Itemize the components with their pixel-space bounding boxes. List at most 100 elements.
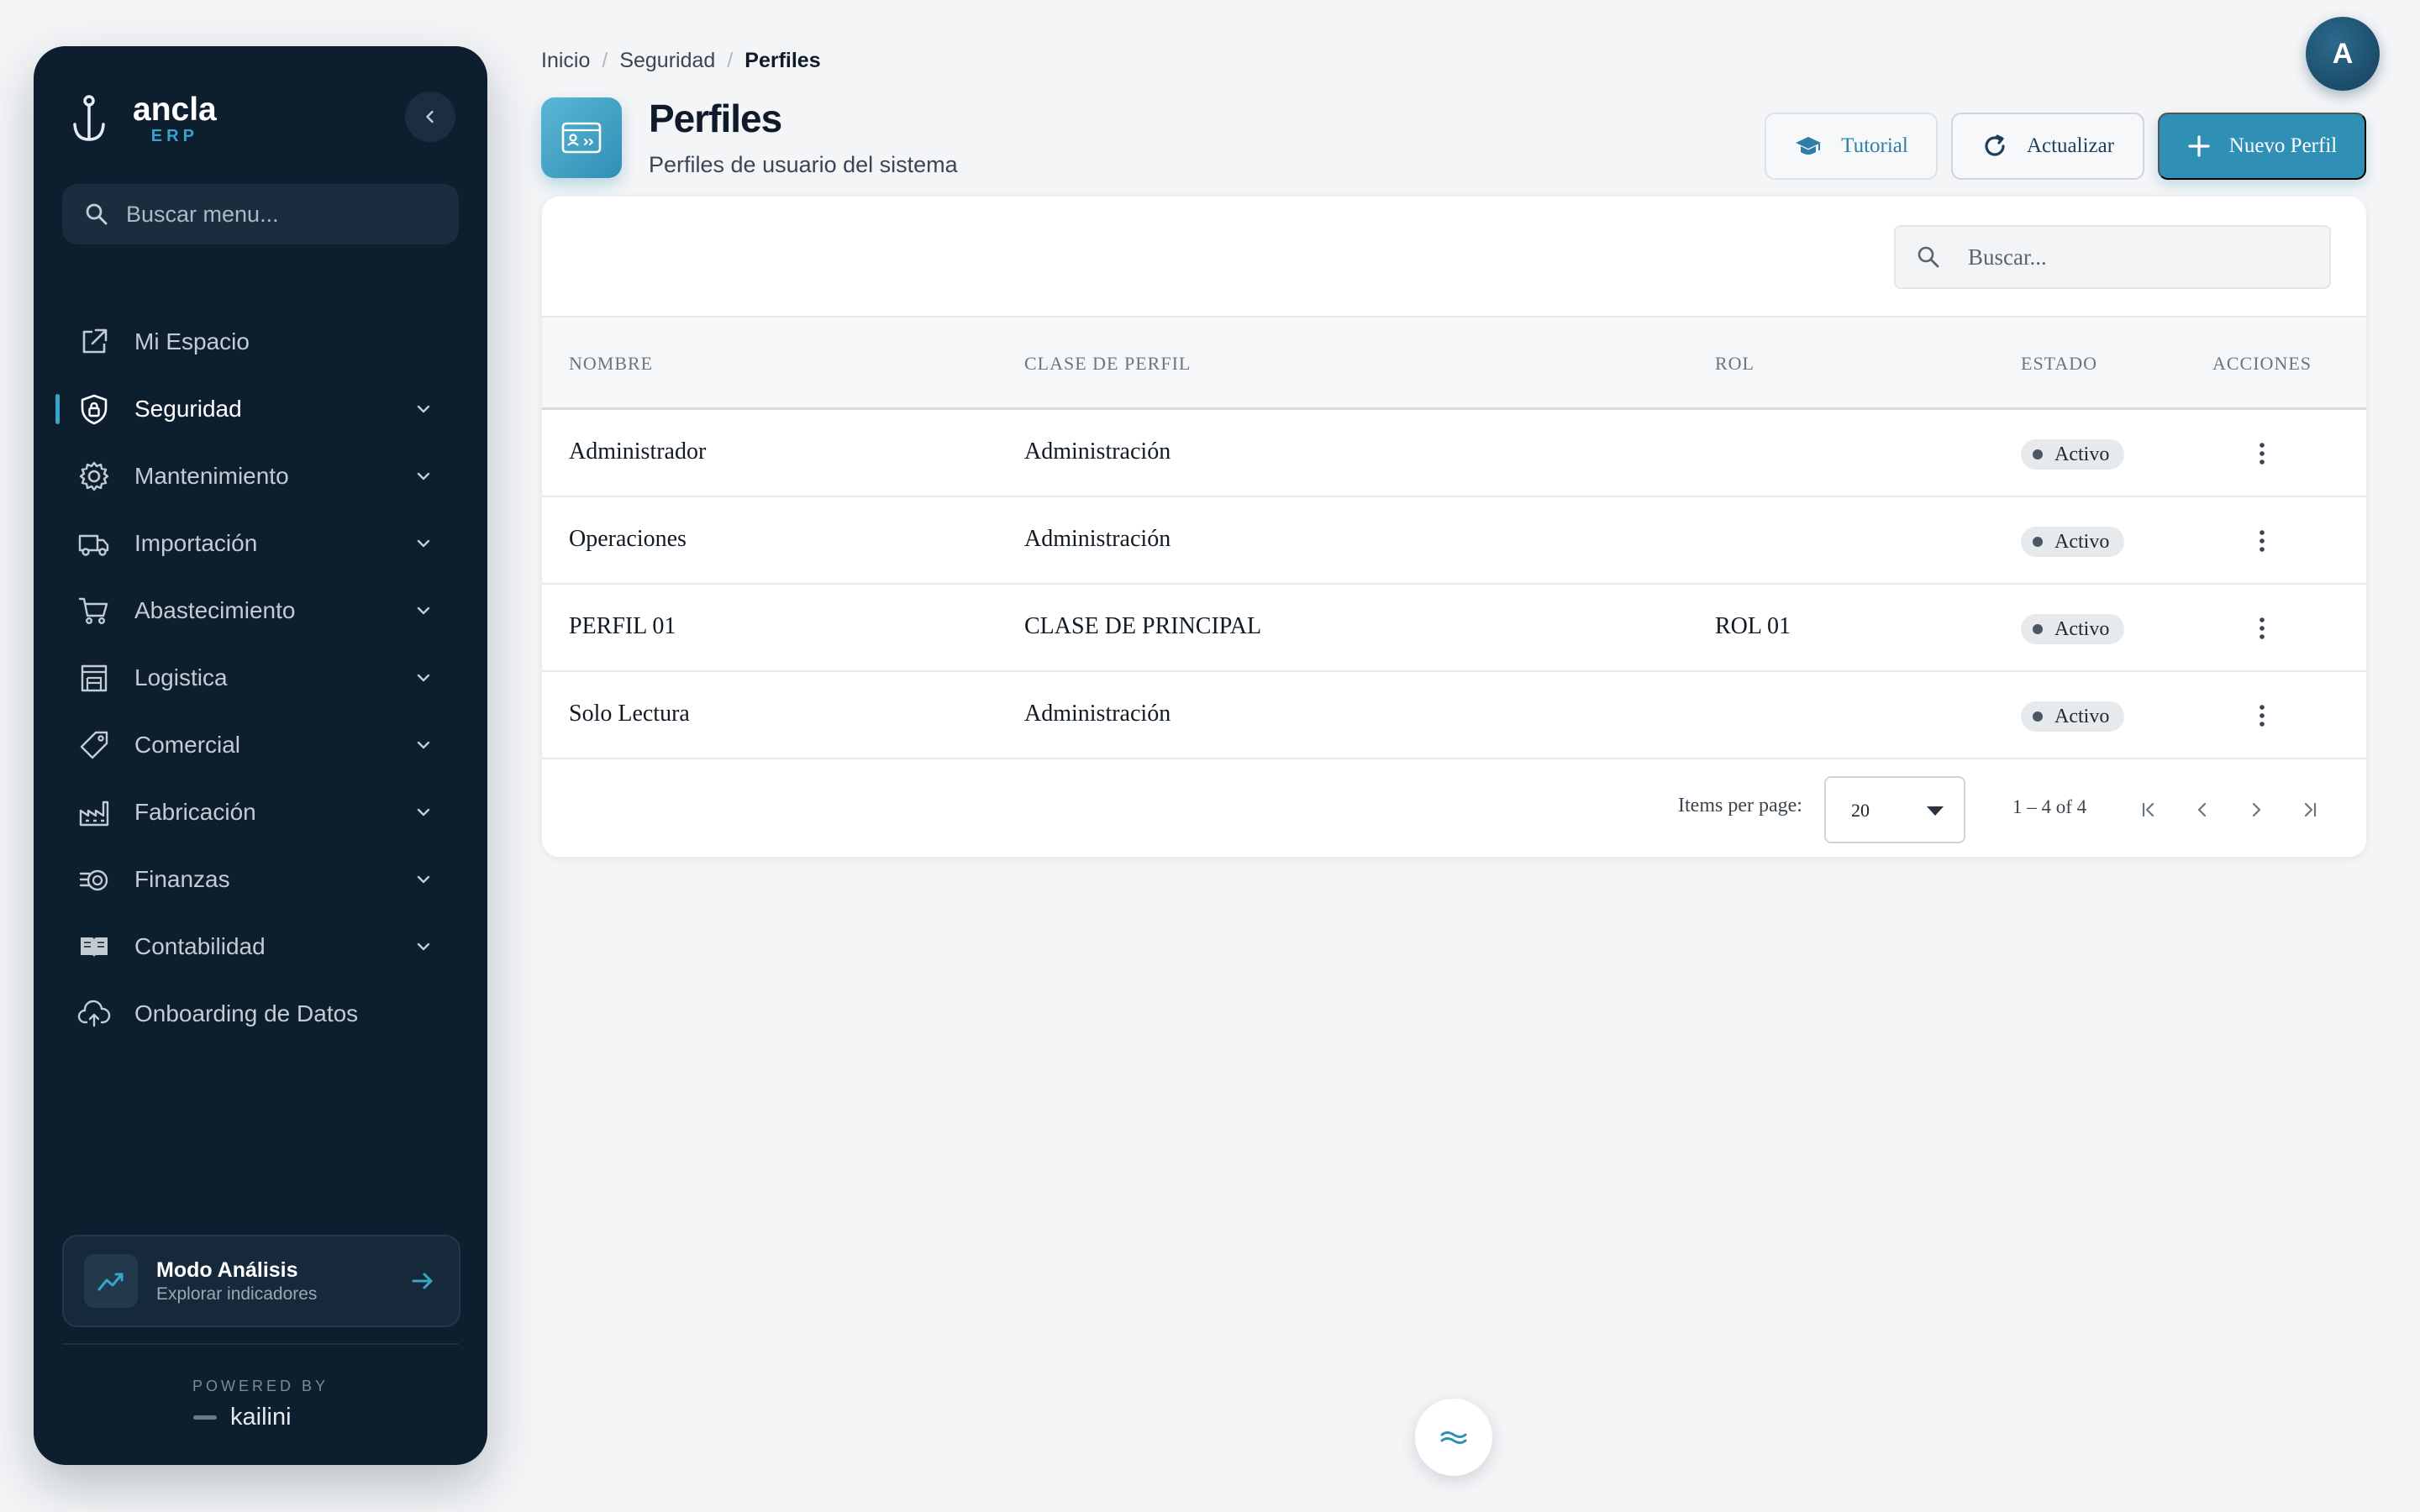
chevron-down-icon bbox=[417, 674, 430, 682]
first-page-button[interactable] bbox=[2123, 785, 2174, 835]
analysis-mode-button[interactable]: Modo Análisis Explorar indicadores bbox=[62, 1235, 460, 1327]
chevron-down-icon bbox=[417, 808, 430, 816]
row-actions-button[interactable] bbox=[2249, 612, 2275, 645]
more-vertical-icon bbox=[2260, 705, 2265, 727]
column-header-clase[interactable]: CLASE DE PERFIL bbox=[1024, 353, 1191, 375]
breadcrumb-separator: / bbox=[727, 49, 734, 72]
cloud-upload-icon bbox=[77, 1000, 111, 1027]
tutorial-button[interactable]: Tutorial bbox=[1765, 113, 1938, 180]
new-profile-button-label: Nuevo Perfil bbox=[2228, 134, 2338, 157]
sidebar-item-importacion[interactable]: Importación bbox=[34, 510, 487, 577]
column-header-nombre[interactable]: NOMBRE bbox=[569, 353, 653, 375]
sidebar-item-label: Contabilidad bbox=[134, 933, 266, 959]
pagination-range: 1 – 4 of 4 bbox=[2012, 796, 2087, 817]
row-actions-button[interactable] bbox=[2249, 699, 2275, 732]
column-header-rol[interactable]: ROL bbox=[1715, 353, 1754, 375]
book-icon bbox=[81, 937, 108, 958]
brand-logo[interactable]: ancla ERP bbox=[71, 90, 217, 149]
chevron-down-icon bbox=[417, 606, 430, 615]
sidebar-item-abastecimiento[interactable]: Abastecimiento bbox=[34, 577, 487, 644]
breadcrumb-inicio[interactable]: Inicio bbox=[541, 49, 590, 73]
menu-search[interactable] bbox=[62, 184, 459, 244]
powered-by-label: POWERED BY bbox=[192, 1378, 329, 1394]
sidebar-item-label: Fabricación bbox=[134, 799, 256, 825]
chevron-down-icon bbox=[417, 942, 430, 951]
menu-search-input[interactable] bbox=[124, 200, 430, 228]
sidebar-item-mantenimiento[interactable]: Mantenimiento bbox=[34, 443, 487, 510]
status-badge: Activo bbox=[2021, 527, 2125, 557]
floating-assistant-button[interactable] bbox=[1415, 1399, 1492, 1476]
vendor-dash-icon bbox=[193, 1415, 217, 1420]
avatar[interactable]: A bbox=[2306, 17, 2380, 91]
items-per-page-select[interactable]: 20 bbox=[1824, 776, 1965, 843]
graduation-cap-icon bbox=[1796, 137, 1822, 155]
sidebar-item-onboarding-datos[interactable]: Onboarding de Datos bbox=[34, 980, 487, 1047]
cell-clase: Administración bbox=[1024, 438, 1171, 465]
sidebar-item-seguridad[interactable]: Seguridad bbox=[34, 375, 487, 443]
items-per-page-value: 20 bbox=[1851, 800, 1870, 821]
more-vertical-icon bbox=[2260, 443, 2265, 465]
vendor-logo: kailini bbox=[193, 1404, 292, 1431]
cell-clase: Administración bbox=[1024, 701, 1171, 727]
sidebar-item-logistica[interactable]: Logistica bbox=[34, 644, 487, 711]
table-row[interactable]: Operaciones Administración Activo bbox=[542, 497, 2366, 585]
collapse-sidebar-button[interactable] bbox=[405, 92, 455, 142]
cell-nombre: Operaciones bbox=[569, 526, 687, 552]
status-badge: Activo bbox=[2021, 614, 2125, 644]
chevron-left-icon bbox=[426, 110, 434, 123]
first-page-icon bbox=[2142, 802, 2154, 817]
table-row[interactable]: Solo Lectura Administración Activo bbox=[542, 672, 2366, 759]
sidebar-nav: Mi Espacio Seguridad Mantenimiento Impor… bbox=[34, 308, 487, 1047]
brand-name: ancla bbox=[133, 92, 217, 128]
more-vertical-icon bbox=[2260, 530, 2265, 552]
table-search-input[interactable] bbox=[1966, 243, 2323, 271]
column-header-acciones: ACCIONES bbox=[2212, 353, 2312, 374]
table-search[interactable] bbox=[1894, 225, 2331, 289]
new-profile-button[interactable]: Nuevo Perfil bbox=[2158, 113, 2366, 180]
coins-icon bbox=[79, 869, 108, 891]
warehouse-icon bbox=[81, 664, 108, 692]
cell-nombre: PERFIL 01 bbox=[569, 613, 676, 639]
row-actions-button[interactable] bbox=[2249, 524, 2275, 558]
tutorial-button-label: Tutorial bbox=[1841, 134, 1908, 157]
analysis-trend-icon bbox=[84, 1254, 138, 1308]
refresh-button-label: Actualizar bbox=[2026, 134, 2115, 157]
profiles-table-card: NOMBRE CLASE DE PERFIL ROL ESTADO ACCION… bbox=[542, 197, 2366, 857]
cell-nombre: Solo Lectura bbox=[569, 701, 690, 727]
cell-rol: ROL 01 bbox=[1715, 613, 1791, 639]
breadcrumb-seguridad[interactable]: Seguridad bbox=[619, 49, 715, 73]
row-actions-button[interactable] bbox=[2249, 437, 2275, 470]
caret-down-icon bbox=[1927, 806, 1944, 816]
next-page-button[interactable] bbox=[2231, 785, 2281, 835]
sidebar-divider bbox=[62, 1343, 459, 1345]
sidebar-item-comercial[interactable]: Comercial bbox=[34, 711, 487, 779]
analysis-title: Modo Análisis bbox=[156, 1258, 298, 1282]
shield-lock-icon bbox=[81, 394, 108, 425]
refresh-icon bbox=[1985, 134, 2005, 156]
anchor-icon bbox=[73, 95, 105, 141]
chevron-down-icon bbox=[417, 875, 430, 884]
sidebar-item-mi-espacio[interactable]: Mi Espacio bbox=[34, 308, 487, 375]
tag-icon bbox=[80, 731, 108, 759]
sidebar-item-contabilidad[interactable]: Contabilidad bbox=[34, 913, 487, 980]
chevron-down-icon bbox=[417, 405, 430, 413]
brand-suffix: ERP bbox=[150, 127, 198, 145]
last-page-button[interactable] bbox=[2285, 785, 2335, 835]
table-row[interactable]: Administrador Administración Activo bbox=[542, 410, 2366, 497]
wave-icon bbox=[1440, 1431, 1467, 1444]
more-vertical-icon bbox=[2260, 617, 2265, 639]
previous-page-button[interactable] bbox=[2177, 785, 2228, 835]
sidebar-item-finanzas[interactable]: Finanzas bbox=[34, 846, 487, 913]
search-icon bbox=[1918, 246, 1939, 268]
page-subtitle: Perfiles de usuario del sistema bbox=[649, 152, 958, 177]
chevron-left-icon bbox=[2197, 802, 2207, 817]
table-row[interactable]: PERFIL 01 CLASE DE PRINCIPAL ROL 01 Acti… bbox=[542, 585, 2366, 672]
sidebar-item-label: Abastecimiento bbox=[134, 597, 296, 623]
refresh-button[interactable]: Actualizar bbox=[1951, 113, 2144, 180]
sidebar-item-label: Onboarding de Datos bbox=[134, 1000, 359, 1026]
sidebar-item-fabricacion[interactable]: Fabricación bbox=[34, 779, 487, 846]
status-badge: Activo bbox=[2021, 701, 2125, 732]
gear-icon bbox=[79, 461, 109, 491]
column-header-estado[interactable]: ESTADO bbox=[2021, 353, 2097, 375]
sidebar-item-label: Mantenimiento bbox=[134, 463, 289, 489]
